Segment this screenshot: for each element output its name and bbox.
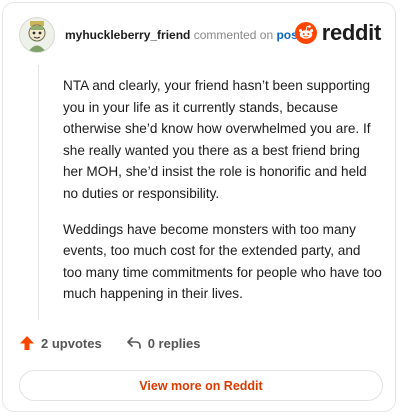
upvote-arrow-icon (20, 336, 34, 350)
reply-arrow-icon (126, 337, 141, 349)
comment-paragraph-1: NTA and clearly, your friend hasn’t been… (63, 78, 371, 201)
reddit-brand[interactable]: reddit (294, 20, 382, 46)
view-more-button[interactable]: View more on Reddit (19, 370, 383, 401)
user-avatar[interactable] (19, 17, 55, 53)
action-text: commented on (193, 28, 274, 42)
comment-header: myhuckleberry_friend commented on post r… (19, 17, 381, 53)
upvote-button[interactable]: 2 upvotes (19, 335, 102, 351)
reddit-logo-icon (294, 22, 317, 44)
comment-embed-card: myhuckleberry_friend commented on post r… (2, 2, 396, 412)
reply-count: 0 replies (147, 335, 201, 351)
reddit-wordmark: reddit (321, 20, 382, 45)
snoo-avatar-icon (28, 21, 46, 52)
reply-button[interactable]: 0 replies (126, 335, 201, 351)
comment-body: NTA and clearly, your friend hasn’t been… (63, 75, 383, 319)
upvote-count: 2 upvotes (41, 335, 102, 351)
username-link[interactable]: myhuckleberry_friend (65, 28, 190, 42)
comment-actions: 2 upvotes 0 replies (19, 335, 224, 351)
comment-paragraph-2: Weddings have become monsters with too m… (63, 221, 382, 302)
thread-line (38, 65, 39, 320)
comment-meta: myhuckleberry_friend commented on post (65, 28, 302, 42)
